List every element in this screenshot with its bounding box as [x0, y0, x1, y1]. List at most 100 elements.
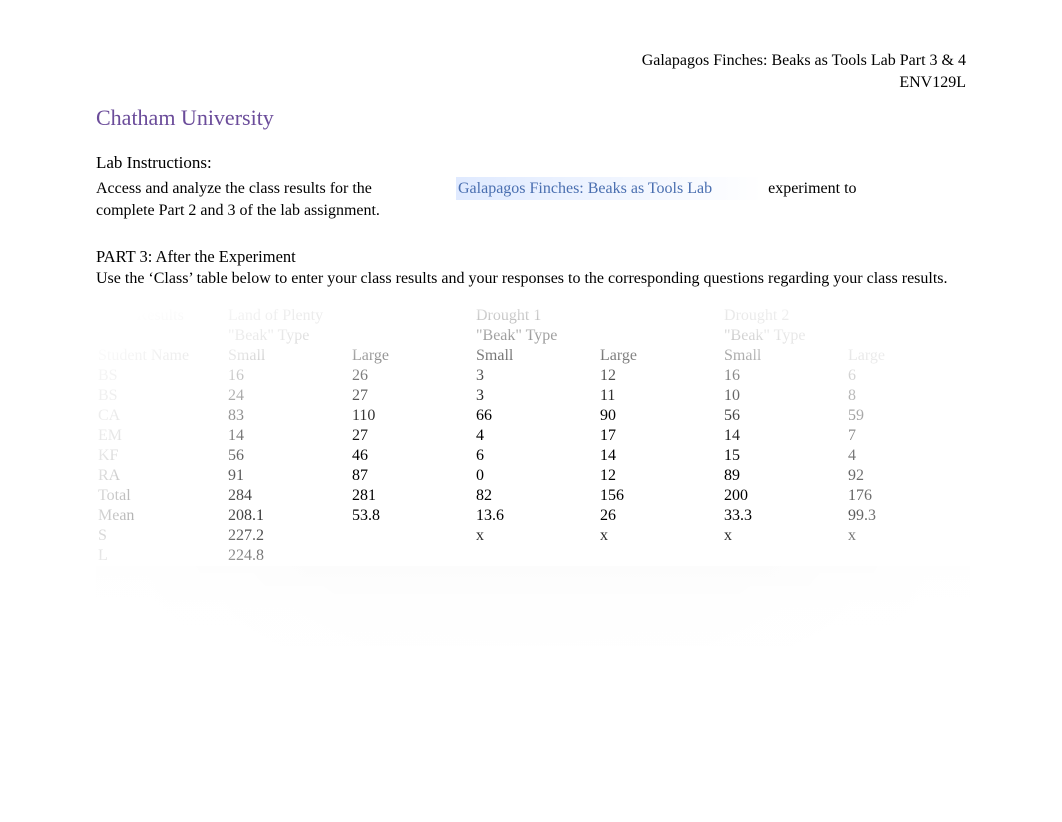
page-header: Galapagos Finches: Beaks as Tools Lab Pa…	[96, 50, 966, 95]
cell: 7	[846, 426, 970, 446]
table-row-empty	[96, 626, 970, 646]
cell: 82	[474, 486, 598, 506]
instr-text-after-link: experiment to	[768, 178, 856, 200]
hdr-beak-lop: "Beak" Type	[226, 326, 474, 346]
cell: 227.2	[226, 526, 350, 546]
instr-text-cont: complete Part 2 and 3 of the lab assignm…	[96, 200, 966, 222]
doc-title: Galapagos Finches: Beaks as Tools Lab Pa…	[96, 50, 966, 72]
cell: 53.8	[350, 506, 474, 526]
cell	[474, 546, 598, 566]
course-code: ENV129L	[96, 72, 966, 94]
cell	[598, 546, 722, 566]
cell: 110	[350, 406, 474, 426]
cell-name: Mean	[96, 506, 226, 526]
cell-name: L	[96, 546, 226, 566]
class-results-table: Class Results Land of Plenty Drought 1 D…	[96, 306, 970, 646]
cell: 99.3	[846, 506, 970, 526]
cell-name: CA	[96, 406, 226, 426]
part3-body: Use the ‘Class’ table below to enter you…	[96, 268, 966, 290]
cell: x	[722, 526, 846, 546]
hdr-large: Large	[598, 346, 722, 366]
cell	[350, 526, 474, 546]
hdr-small: Small	[474, 346, 598, 366]
cell: 56	[226, 446, 350, 466]
table-row-s: S 227.2 x x x x	[96, 526, 970, 546]
hdr-land-of-plenty: Land of Plenty	[226, 306, 474, 326]
table-row: KF 56 46 6 14 15 4	[96, 446, 970, 466]
cell: x	[474, 526, 598, 546]
cell: 83	[226, 406, 350, 426]
cell: 90	[598, 406, 722, 426]
cell-name: S	[96, 526, 226, 546]
table-header-row-2: "Beak" Type "Beak" Type "Beak" Type	[96, 326, 970, 346]
cell: 4	[474, 426, 598, 446]
cell-name: EM	[96, 426, 226, 446]
cell: 16	[722, 366, 846, 386]
cell: x	[598, 526, 722, 546]
hdr-drought-2: Drought 2	[722, 306, 970, 326]
hdr-beak-d1: "Beak" Type	[474, 326, 722, 346]
cell-name: KF	[96, 446, 226, 466]
cell: 27	[350, 426, 474, 446]
table-row: RA 91 87 0 12 89 92	[96, 466, 970, 486]
cell: 11	[598, 386, 722, 406]
table-header-row-1: Class Results Land of Plenty Drought 1 D…	[96, 306, 970, 326]
cell: 200	[722, 486, 846, 506]
hdr-large: Large	[350, 346, 474, 366]
cell: 176	[846, 486, 970, 506]
hdr-class-results: Class Results	[96, 306, 226, 326]
hdr-small: Small	[226, 346, 350, 366]
table-row-empty	[96, 566, 970, 586]
cell: 56	[722, 406, 846, 426]
cell: 92	[846, 466, 970, 486]
cell: 12	[598, 466, 722, 486]
table-row: CA 83 110 66 90 56 59	[96, 406, 970, 426]
cell: 14	[722, 426, 846, 446]
cell: 33.3	[722, 506, 846, 526]
cell: 284	[226, 486, 350, 506]
instr-text-before-link: Access and analyze the class results for…	[96, 178, 456, 200]
table-row-total: Total 284 281 82 156 200 176	[96, 486, 970, 506]
cell: 156	[598, 486, 722, 506]
cell: 6	[474, 446, 598, 466]
cell: 3	[474, 386, 598, 406]
hdr-drought-1: Drought 1	[474, 306, 722, 326]
lab-link[interactable]: Galapagos Finches: Beaks as Tools Lab	[456, 177, 762, 201]
cell-name: BS	[96, 366, 226, 386]
cell: 15	[722, 446, 846, 466]
cell: 8	[846, 386, 970, 406]
cell: 46	[350, 446, 474, 466]
table-row: BS 24 27 3 11 10 8	[96, 386, 970, 406]
hdr-large: Large	[846, 346, 970, 366]
cell: 3	[474, 366, 598, 386]
hdr-small: Small	[722, 346, 846, 366]
table-row-l: L 224.8	[96, 546, 970, 566]
cell: 208.1	[226, 506, 350, 526]
cell: 26	[598, 506, 722, 526]
cell: 13.6	[474, 506, 598, 526]
cell: 224.8	[226, 546, 350, 566]
university-name: Chatham University	[96, 105, 966, 131]
cell: 24	[226, 386, 350, 406]
cell: 17	[598, 426, 722, 446]
cell: 6	[846, 366, 970, 386]
table-row: EM 14 27 4 17 14 7	[96, 426, 970, 446]
cell: 16	[226, 366, 350, 386]
table-row-mean: Mean 208.1 53.8 13.6 26 33.3 99.3	[96, 506, 970, 526]
cell-name: RA	[96, 466, 226, 486]
table-row-empty	[96, 586, 970, 606]
part3-heading: PART 3: After the Experiment	[96, 246, 966, 268]
cell: 59	[846, 406, 970, 426]
cell: x	[846, 526, 970, 546]
table-row: BS 16 26 3 12 16 6	[96, 366, 970, 386]
cell-name: BS	[96, 386, 226, 406]
cell: 27	[350, 386, 474, 406]
table-header-row-3: Student Name Small Large Small Large Sma…	[96, 346, 970, 366]
cell: 12	[598, 366, 722, 386]
lab-instructions-label: Lab Instructions:	[96, 153, 966, 173]
cell: 281	[350, 486, 474, 506]
lab-instructions-body: Access and analyze the class results for…	[96, 177, 966, 222]
class-results-table-area: Class Results Land of Plenty Drought 1 D…	[96, 306, 966, 736]
cell: 89	[722, 466, 846, 486]
cell: 66	[474, 406, 598, 426]
